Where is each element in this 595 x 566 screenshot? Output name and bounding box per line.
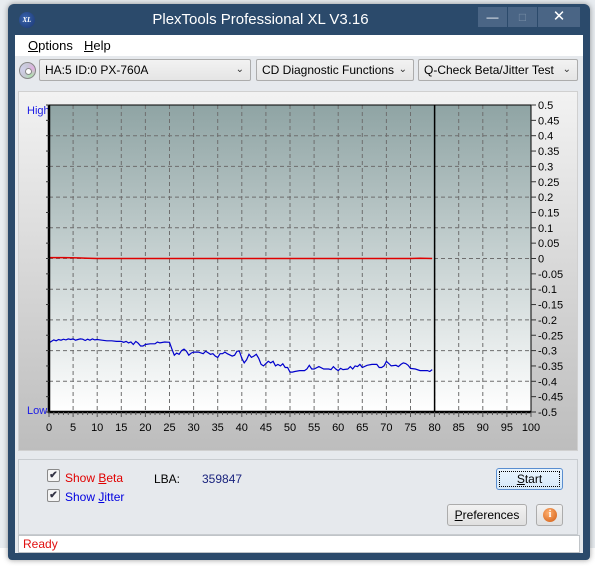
chevron-down-icon: ⌄ [235, 64, 244, 75]
y-tick-label: 0.15 [538, 207, 559, 219]
close-button[interactable]: ✕ [538, 7, 580, 27]
x-tick-label: 10 [91, 422, 103, 434]
show-beta-label-post: eta [106, 471, 124, 485]
x-tick-label: 15 [115, 422, 127, 434]
app-window: XL PlexTools Professional XL V3.16 — □ ✕… [8, 4, 590, 560]
cd-disc-icon [19, 62, 36, 79]
show-beta-checkbox[interactable]: ✔ [47, 469, 60, 482]
y-tick-label: -0.05 [538, 269, 563, 281]
lba-label: LBA: [154, 472, 181, 486]
minimize-icon: — [486, 10, 499, 24]
drive-select-value: HA:5 ID:0 PX-760A [45, 63, 149, 77]
y-tick-label: 0.25 [538, 177, 559, 189]
y-tick-label: -0.35 [538, 361, 563, 373]
x-tick-label: 65 [356, 422, 368, 434]
y-tick-label: -0.4 [538, 376, 557, 388]
y-tick-label: -0.2 [538, 315, 557, 327]
y-tick-label: 0.3 [538, 161, 553, 173]
chevron-down-icon: ⌄ [562, 64, 571, 75]
x-tick-label: 95 [501, 422, 513, 434]
y-tick-label: -0.5 [538, 407, 557, 419]
info-icon: i [543, 508, 557, 522]
preferences-label: references [462, 508, 520, 522]
function-group-select[interactable]: CD Diagnostic Functions ⌄ [256, 59, 414, 81]
show-beta-label-pre: Show [65, 471, 99, 485]
x-tick-label: 40 [236, 422, 248, 434]
show-jitter-label-post: itter [104, 490, 125, 504]
info-button[interactable]: i [536, 504, 563, 526]
x-tick-label: 35 [212, 422, 224, 434]
menu-help-label: elp [93, 38, 111, 53]
menu-options-accel: O [28, 38, 39, 53]
show-beta-label[interactable]: Show Beta [65, 471, 123, 485]
x-tick-label: 80 [428, 422, 440, 434]
maximize-button[interactable]: □ [508, 7, 537, 27]
x-tick-label: 0 [46, 422, 52, 434]
show-jitter-label[interactable]: Show Jitter [65, 490, 124, 504]
y-tick-label: 0.5 [538, 100, 553, 112]
x-tick-label: 85 [453, 422, 465, 434]
function-group-value: CD Diagnostic Functions [262, 63, 395, 77]
x-tick-label: 45 [260, 422, 272, 434]
menu-help[interactable]: Help [84, 38, 111, 53]
chevron-down-icon: ⌄ [398, 64, 407, 75]
minimize-button[interactable]: — [478, 7, 507, 27]
preferences-accel: P [454, 508, 463, 522]
menu-bar: Options Help [15, 35, 583, 56]
checkmark-icon: ✔ [49, 470, 58, 481]
x-tick-label: 70 [380, 422, 392, 434]
x-tick-label: 90 [477, 422, 489, 434]
preferences-button[interactable]: Preferences [447, 504, 527, 526]
client-area: Options Help HA:5 ID:0 PX-760A ⌄ CD Diag… [15, 35, 583, 553]
y-tick-label: 0.05 [538, 238, 559, 250]
y-tick-label: -0.25 [538, 330, 563, 342]
x-tick-label: 55 [308, 422, 320, 434]
close-icon: ✕ [552, 8, 566, 25]
y-tick-label: -0.15 [538, 300, 563, 312]
checkmark-icon: ✔ [49, 490, 58, 501]
show-jitter-label-pre: Show [65, 490, 99, 504]
x-tick-label: 20 [139, 422, 151, 434]
maximize-icon: □ [518, 10, 527, 24]
y-tick-label: 0 [538, 254, 544, 266]
status-bar: Ready [18, 535, 580, 553]
y-tick-label: 0.2 [538, 192, 553, 204]
x-tick-label: 100 [522, 422, 540, 434]
x-tick-label: 75 [404, 422, 416, 434]
x-tick-label: 30 [187, 422, 199, 434]
y-tick-label: 0.4 [538, 131, 553, 143]
y-tick-label: -0.45 [538, 392, 563, 404]
x-tick-label: 50 [284, 422, 296, 434]
menu-help-accel: H [84, 38, 94, 53]
y-tick-label: 0.45 [538, 115, 559, 127]
drive-select[interactable]: HA:5 ID:0 PX-760A ⌄ [39, 59, 251, 81]
y-tick-label: -0.3 [538, 346, 557, 358]
chart-panel: High Low 0 5 10 15 20 25 30 35 40 45 50 55 60 65 70 75 8… [18, 91, 578, 451]
show-jitter-checkbox[interactable]: ✔ [47, 489, 60, 502]
toolbar: HA:5 ID:0 PX-760A ⌄ CD Diagnostic Functi… [15, 56, 583, 85]
menu-options-label: ptions [38, 38, 73, 53]
y-tick-label: 0.1 [538, 223, 553, 235]
x-tick-label: 5 [70, 422, 76, 434]
start-button[interactable]: Start [496, 468, 563, 490]
lba-value: 359847 [202, 472, 243, 486]
x-tick-label: 25 [163, 422, 175, 434]
test-select-value: Q-Check Beta/Jitter Test [424, 63, 554, 77]
x-tick-label: 60 [332, 422, 344, 434]
beta-jitter-chart: 0 5 10 15 20 25 30 35 40 45 50 55 60 65 70 75 80 85 90 95 10… [46, 100, 563, 434]
window-title: PlexTools Professional XL V3.16 [152, 11, 369, 28]
y-tick-label: 0.35 [538, 146, 559, 158]
focus-rectangle [499, 471, 560, 487]
y-tick-label: -0.1 [538, 284, 557, 296]
menu-options[interactable]: Options [28, 38, 73, 53]
title-bar[interactable]: XL PlexTools Professional XL V3.16 — □ ✕ [8, 4, 590, 36]
test-select[interactable]: Q-Check Beta/Jitter Test ⌄ [418, 59, 578, 81]
status-text: Ready [23, 537, 58, 551]
